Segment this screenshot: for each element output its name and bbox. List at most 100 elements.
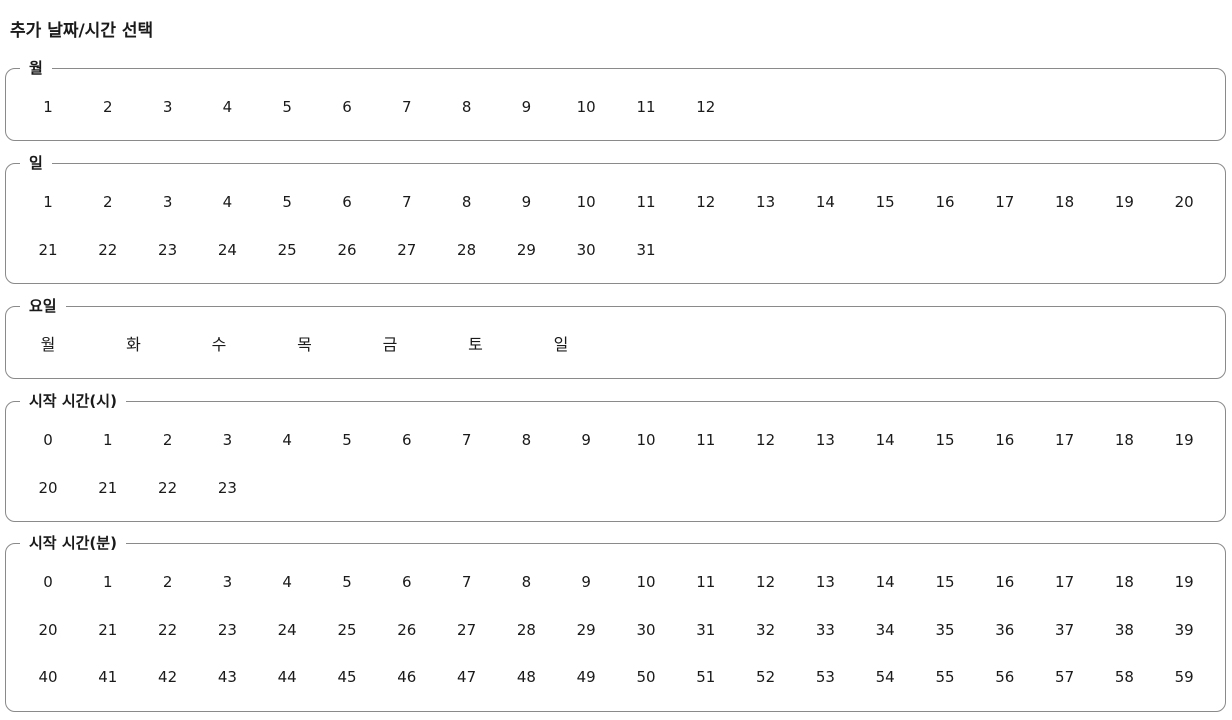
minute-option[interactable]: 17 xyxy=(1043,571,1087,593)
minute-option[interactable]: 46 xyxy=(385,666,429,688)
minute-option[interactable]: 15 xyxy=(923,571,967,593)
month-option[interactable]: 4 xyxy=(205,96,249,118)
minute-option[interactable]: 45 xyxy=(325,666,369,688)
day-option[interactable]: 9 xyxy=(504,191,548,213)
minute-option[interactable]: 32 xyxy=(744,619,788,641)
day-option[interactable]: 22 xyxy=(86,239,130,261)
hour-option[interactable]: 12 xyxy=(744,429,788,451)
minute-option[interactable]: 13 xyxy=(803,571,847,593)
weekday-option[interactable]: 월 xyxy=(26,334,70,356)
minute-option[interactable]: 48 xyxy=(504,666,548,688)
month-option[interactable]: 5 xyxy=(265,96,309,118)
hour-option[interactable]: 14 xyxy=(863,429,907,451)
minute-option[interactable]: 12 xyxy=(744,571,788,593)
minute-option[interactable]: 22 xyxy=(146,619,190,641)
minute-option[interactable]: 9 xyxy=(564,571,608,593)
day-option[interactable]: 27 xyxy=(385,239,429,261)
day-option[interactable]: 19 xyxy=(1102,191,1146,213)
day-option[interactable]: 12 xyxy=(684,191,728,213)
hour-option[interactable]: 4 xyxy=(265,429,309,451)
day-option[interactable]: 6 xyxy=(325,191,369,213)
minute-option[interactable]: 6 xyxy=(385,571,429,593)
minute-option[interactable]: 54 xyxy=(863,666,907,688)
day-option[interactable]: 24 xyxy=(205,239,249,261)
minute-option[interactable]: 31 xyxy=(684,619,728,641)
month-option[interactable]: 3 xyxy=(146,96,190,118)
minute-option[interactable]: 18 xyxy=(1102,571,1146,593)
hour-option[interactable]: 23 xyxy=(205,477,249,499)
day-option[interactable]: 20 xyxy=(1162,191,1206,213)
minute-option[interactable]: 30 xyxy=(624,619,668,641)
month-option[interactable]: 1 xyxy=(26,96,70,118)
month-option[interactable]: 12 xyxy=(684,96,728,118)
hour-option[interactable]: 19 xyxy=(1162,429,1206,451)
day-option[interactable]: 11 xyxy=(624,191,668,213)
month-option[interactable]: 9 xyxy=(504,96,548,118)
minute-option[interactable]: 36 xyxy=(983,619,1027,641)
day-option[interactable]: 29 xyxy=(504,239,548,261)
minute-option[interactable]: 50 xyxy=(624,666,668,688)
minute-option[interactable]: 52 xyxy=(744,666,788,688)
day-option[interactable]: 21 xyxy=(26,239,70,261)
minute-option[interactable]: 39 xyxy=(1162,619,1206,641)
day-option[interactable]: 8 xyxy=(445,191,489,213)
minute-option[interactable]: 1 xyxy=(86,571,130,593)
minute-option[interactable]: 56 xyxy=(983,666,1027,688)
minute-option[interactable]: 58 xyxy=(1102,666,1146,688)
minute-option[interactable]: 2 xyxy=(146,571,190,593)
day-option[interactable]: 14 xyxy=(803,191,847,213)
minute-option[interactable]: 37 xyxy=(1043,619,1087,641)
day-option[interactable]: 31 xyxy=(624,239,668,261)
minute-option[interactable]: 23 xyxy=(205,619,249,641)
day-option[interactable]: 2 xyxy=(86,191,130,213)
minute-option[interactable]: 10 xyxy=(624,571,668,593)
day-option[interactable]: 18 xyxy=(1043,191,1087,213)
month-option[interactable]: 8 xyxy=(445,96,489,118)
weekday-option[interactable]: 목 xyxy=(283,334,327,356)
day-option[interactable]: 26 xyxy=(325,239,369,261)
day-option[interactable]: 10 xyxy=(564,191,608,213)
minute-option[interactable]: 28 xyxy=(504,619,548,641)
minute-option[interactable]: 16 xyxy=(983,571,1027,593)
minute-option[interactable]: 55 xyxy=(923,666,967,688)
day-option[interactable]: 13 xyxy=(744,191,788,213)
day-option[interactable]: 17 xyxy=(983,191,1027,213)
minute-option[interactable]: 4 xyxy=(265,571,309,593)
hour-option[interactable]: 16 xyxy=(983,429,1027,451)
day-option[interactable]: 3 xyxy=(146,191,190,213)
hour-option[interactable]: 8 xyxy=(504,429,548,451)
hour-option[interactable]: 15 xyxy=(923,429,967,451)
minute-option[interactable]: 29 xyxy=(564,619,608,641)
hour-option[interactable]: 9 xyxy=(564,429,608,451)
day-option[interactable]: 15 xyxy=(863,191,907,213)
minute-option[interactable]: 35 xyxy=(923,619,967,641)
day-option[interactable]: 23 xyxy=(146,239,190,261)
month-option[interactable]: 11 xyxy=(624,96,668,118)
day-option[interactable]: 5 xyxy=(265,191,309,213)
minute-option[interactable]: 38 xyxy=(1102,619,1146,641)
month-option[interactable]: 6 xyxy=(325,96,369,118)
minute-option[interactable]: 43 xyxy=(205,666,249,688)
hour-option[interactable]: 11 xyxy=(684,429,728,451)
day-option[interactable]: 7 xyxy=(385,191,429,213)
minute-option[interactable]: 49 xyxy=(564,666,608,688)
month-option[interactable]: 10 xyxy=(564,96,608,118)
hour-option[interactable]: 2 xyxy=(146,429,190,451)
minute-option[interactable]: 25 xyxy=(325,619,369,641)
minute-option[interactable]: 14 xyxy=(863,571,907,593)
month-option[interactable]: 7 xyxy=(385,96,429,118)
minute-option[interactable]: 40 xyxy=(26,666,70,688)
minute-option[interactable]: 7 xyxy=(445,571,489,593)
hour-option[interactable]: 7 xyxy=(445,429,489,451)
hour-option[interactable]: 18 xyxy=(1102,429,1146,451)
minute-option[interactable]: 5 xyxy=(325,571,369,593)
day-option[interactable]: 1 xyxy=(26,191,70,213)
minute-option[interactable]: 8 xyxy=(504,571,548,593)
hour-option[interactable]: 20 xyxy=(26,477,70,499)
hour-option[interactable]: 3 xyxy=(205,429,249,451)
hour-option[interactable]: 21 xyxy=(86,477,130,499)
hour-option[interactable]: 1 xyxy=(86,429,130,451)
day-option[interactable]: 30 xyxy=(564,239,608,261)
minute-option[interactable]: 3 xyxy=(205,571,249,593)
minute-option[interactable]: 42 xyxy=(146,666,190,688)
